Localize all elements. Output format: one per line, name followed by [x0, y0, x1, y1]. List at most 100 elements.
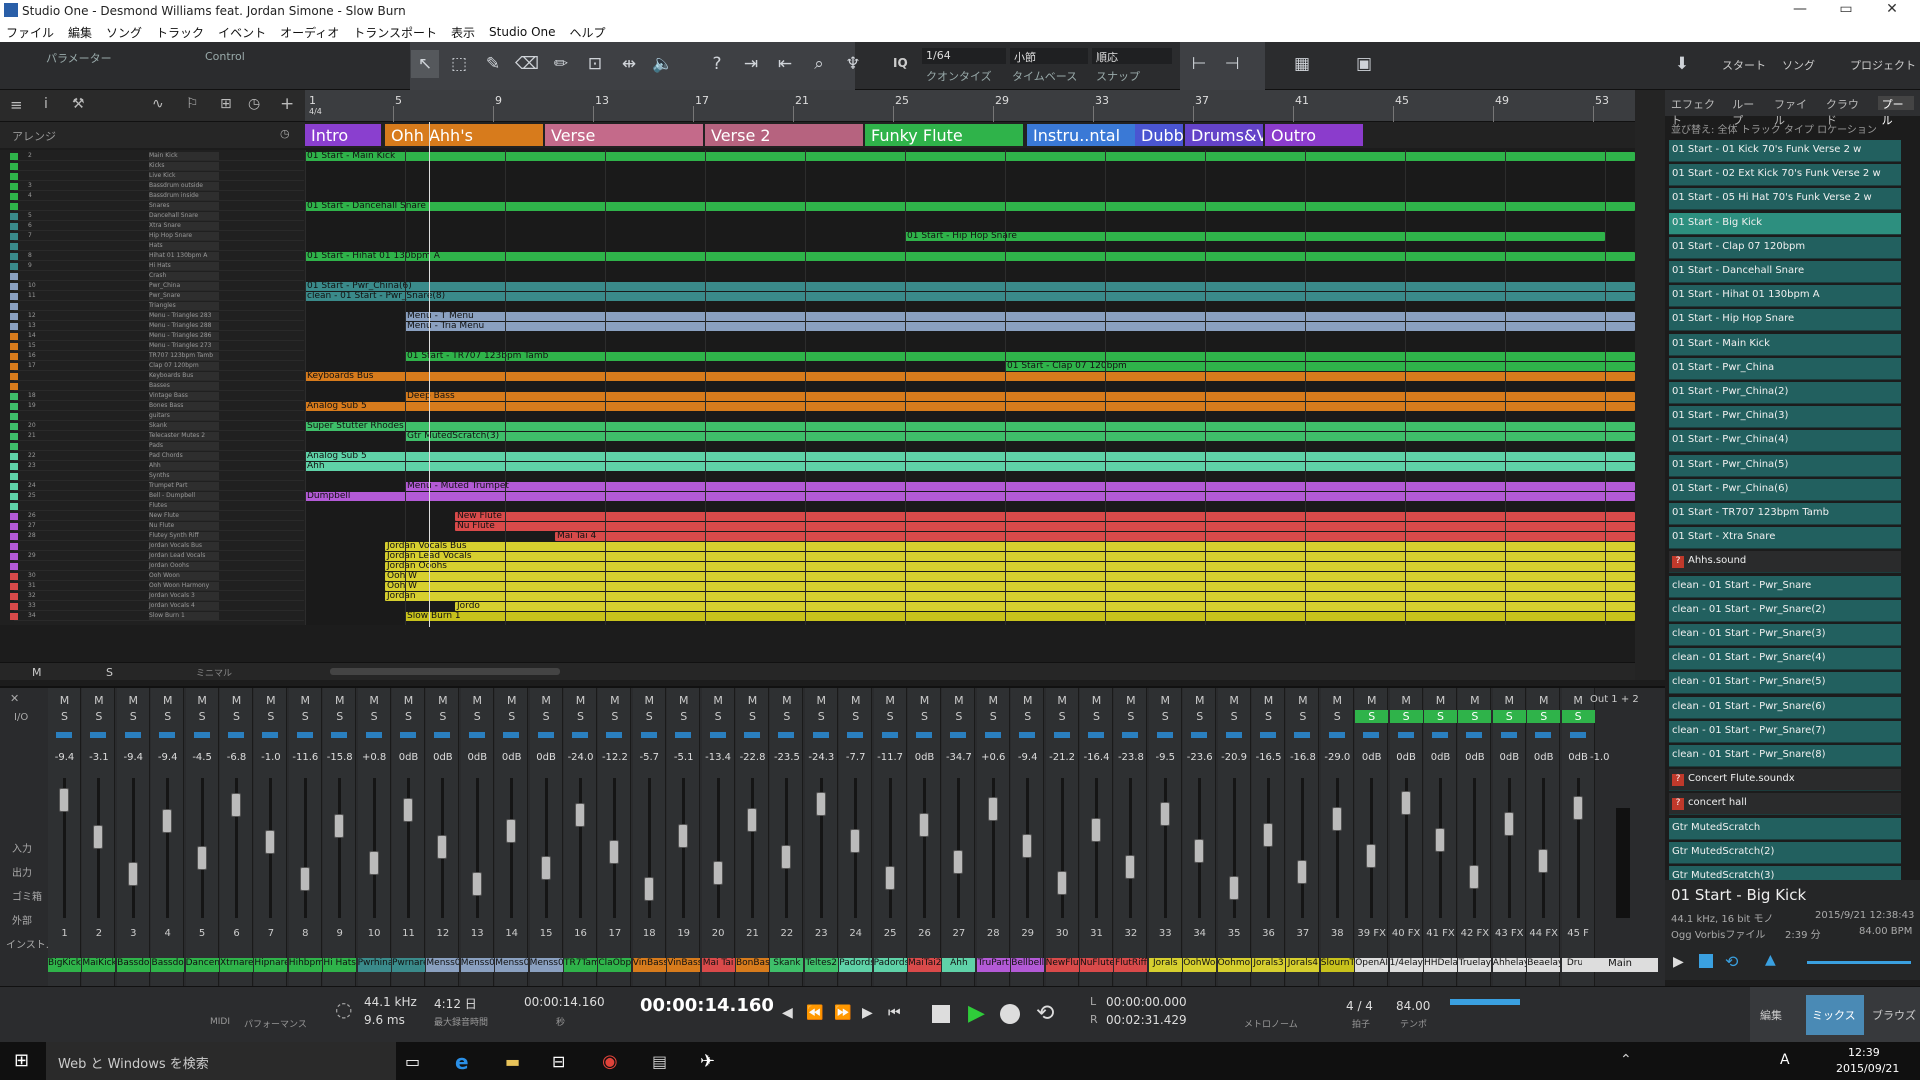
channel-volume[interactable]: 0dB [461, 752, 494, 763]
menu-transport[interactable]: トランスポート [353, 24, 437, 41]
channel-volume[interactable]: +0.8 [358, 752, 391, 763]
track-name[interactable]: Hihat 01 130bpm A [149, 252, 219, 260]
solo-button[interactable]: S [1561, 710, 1595, 723]
track-header[interactable]: Pads [10, 442, 304, 451]
mute-button[interactable]: M [1252, 694, 1285, 707]
browser-tab[interactable]: エフェクト [1671, 96, 1718, 127]
fader-handle[interactable] [919, 813, 929, 837]
pool-item[interactable]: ? Ahhs.sound [1669, 551, 1901, 574]
track-header[interactable]: 3 Bassdrum outside [10, 182, 304, 191]
arranger-section[interactable]: Dubby [1135, 124, 1183, 146]
solo-button[interactable]: S [805, 710, 838, 723]
track-color-swatch[interactable] [10, 263, 18, 270]
channel-volume[interactable]: -23.8 [1114, 752, 1147, 763]
pan-indicator[interactable] [434, 732, 451, 738]
pan-indicator[interactable] [365, 732, 382, 738]
playhead[interactable] [429, 122, 430, 627]
pool-item[interactable]: clean - 01 Start - Pwr_Snare [1669, 575, 1901, 598]
pan-indicator[interactable] [778, 732, 795, 738]
solo-button[interactable]: S [1355, 710, 1389, 723]
fader-handle[interactable] [1469, 865, 1480, 889]
channel-volume[interactable]: -11.6 [289, 752, 322, 763]
menu-file[interactable]: ファイル [6, 24, 54, 41]
track-header[interactable]: Crash [10, 272, 304, 281]
track-name[interactable]: Dancehall Snare [149, 212, 219, 220]
track-name[interactable]: Hip Hop Snare [149, 232, 219, 240]
track-nav-icon[interactable]: ⇥ [737, 50, 765, 78]
channel-name[interactable]: HHDelay [1424, 958, 1457, 972]
channel-volume[interactable]: -9.4 [1011, 752, 1044, 763]
mute-button[interactable]: M [117, 694, 150, 707]
pan-indicator[interactable] [1328, 732, 1345, 738]
mute-button[interactable]: M [1493, 694, 1526, 707]
mute-button[interactable]: M [908, 694, 941, 707]
fader-handle[interactable] [815, 792, 826, 816]
fader-handle[interactable] [231, 793, 241, 817]
channel-name[interactable]: Hihbpm [288, 958, 322, 972]
minimal-view-button[interactable]: ミニマル [196, 666, 232, 679]
track-header[interactable]: 34 Slow Burn 1 [10, 612, 304, 621]
track-header[interactable]: 13 Menu - Triangles 288 [10, 322, 304, 331]
fader-handle[interactable] [162, 809, 173, 833]
mute-button[interactable]: M [633, 694, 666, 707]
track-header[interactable]: 6 Xtra Snare [10, 222, 304, 231]
pool-item[interactable]: clean - 01 Start - Pwr_Snare(7) [1669, 720, 1901, 743]
pan-indicator[interactable] [90, 732, 107, 738]
pan-indicator[interactable] [916, 732, 932, 738]
channel-name[interactable]: OpenAIR [1355, 958, 1389, 972]
track-name[interactable]: Nu Flute [149, 522, 219, 530]
pool-item[interactable]: ? Concert Flute.soundx [1669, 769, 1901, 792]
fader-handle[interactable] [609, 840, 620, 864]
solo-button[interactable]: S [117, 710, 150, 723]
fader-handle[interactable] [1538, 849, 1549, 873]
pan-indicator[interactable] [1500, 732, 1517, 738]
channel-volume[interactable]: 0dB [392, 752, 425, 763]
listen-tool-icon[interactable]: 🔈 [649, 50, 677, 78]
fader-handle[interactable] [678, 824, 689, 848]
channel-volume[interactable]: -20.9 [1218, 752, 1251, 763]
browser-tab[interactable]: クラウド [1826, 96, 1864, 127]
track-header[interactable]: Triangles [10, 302, 304, 311]
pool-item[interactable]: 01 Start - Dancehall Snare [1669, 261, 1901, 283]
mute-button[interactable]: M [289, 694, 322, 707]
pan-indicator[interactable] [1053, 732, 1070, 738]
channel-name[interactable]: OohWoo [1183, 958, 1217, 972]
solo-button[interactable]: S [1321, 710, 1354, 723]
track-color-swatch[interactable] [10, 343, 18, 350]
track-header[interactable]: Jordan Ooohs [10, 562, 304, 571]
zoom-icon[interactable]: ⌕ [805, 50, 833, 78]
rewind-fast-icon[interactable]: ⏪ [806, 1005, 823, 1021]
pan-indicator[interactable] [228, 732, 244, 738]
track-name[interactable]: Menu - Triangles 283 [149, 312, 219, 320]
fader-handle[interactable] [1331, 807, 1342, 831]
channel-name[interactable]: TruPart [976, 958, 1010, 972]
channel-volume[interactable]: -16.8 [1286, 752, 1319, 763]
track-color-swatch[interactable] [10, 183, 18, 190]
solo-button[interactable]: S [702, 710, 735, 723]
preview-play-icon[interactable]: ▶ [1673, 954, 1684, 970]
solo-button[interactable]: S [1114, 710, 1147, 723]
mute-button[interactable]: M [1458, 694, 1491, 707]
track-color-swatch[interactable] [10, 503, 18, 510]
track-name[interactable]: Basses [149, 382, 219, 390]
channel-volume[interactable]: -34.7 [942, 752, 975, 763]
time-signature[interactable]: 4 / 4 [1346, 999, 1373, 1013]
track-color-swatch[interactable] [10, 533, 18, 540]
audio-event[interactable]: Mai Tai 4 [555, 532, 1635, 541]
channel-volume[interactable]: -3.1 [82, 752, 115, 763]
channel-name[interactable]: Ahh [942, 958, 976, 972]
pan-indicator[interactable] [950, 732, 967, 738]
solo-button[interactable]: S [633, 710, 666, 723]
mute-button[interactable]: M [1355, 694, 1388, 707]
track-color-swatch[interactable] [10, 443, 18, 450]
track-color-swatch[interactable] [10, 553, 18, 560]
track-name[interactable]: Live Kick [149, 172, 219, 180]
track-name[interactable]: Ahh [149, 462, 219, 470]
channel-name[interactable]: Menss05 [426, 958, 460, 972]
fader-handle[interactable] [1159, 802, 1170, 826]
channel-volume[interactable]: 0dB [1527, 752, 1560, 763]
channel-name[interactable]: Padords [839, 958, 873, 972]
audio-event[interactable]: Deep Bass [405, 392, 1635, 401]
channel-name[interactable]: Ahhelay [1492, 958, 1526, 972]
mute-button[interactable]: M [220, 694, 253, 707]
